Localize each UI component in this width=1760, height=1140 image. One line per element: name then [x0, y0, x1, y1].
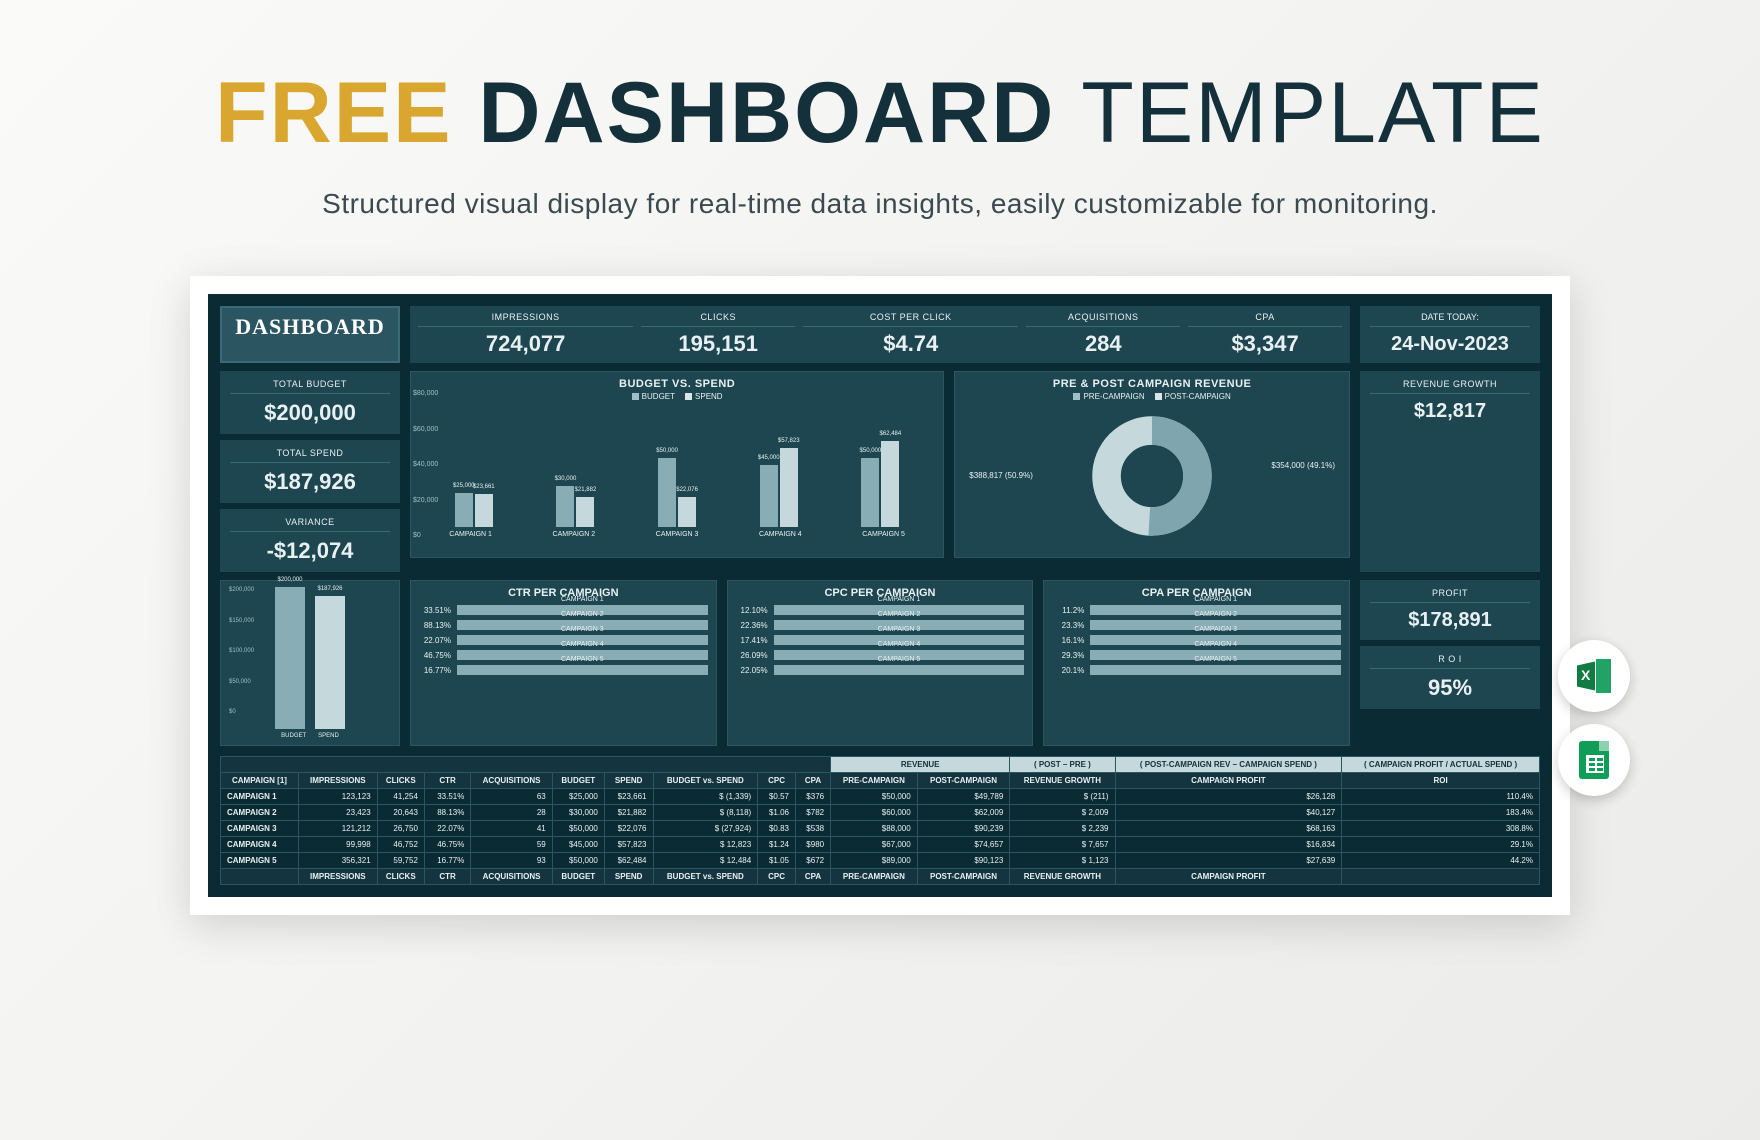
- kpi-acq: ACQUISITIONS284: [1026, 312, 1180, 357]
- google-sheets-icon[interactable]: [1558, 724, 1630, 796]
- title-word-template: TEMPLATE: [1081, 65, 1545, 161]
- page-title: FREE DASHBOARD TEMPLATE: [180, 70, 1580, 156]
- page-subtitle: Structured visual display for real-time …: [180, 188, 1580, 220]
- date-box: DATE TODAY: 24-Nov-2023: [1360, 306, 1540, 363]
- chart-budget-spend-mini: $200,000$150,000$100,000$50,000$0 $200,0…: [220, 580, 400, 746]
- card-total-spend: TOTAL SPEND$187,926: [220, 440, 400, 503]
- chart-cpc-per-campaign: CPC PER CAMPAIGN12.10%CAMPAIGN 122.36%CA…: [727, 580, 1034, 746]
- excel-icon[interactable]: [1558, 640, 1630, 712]
- dashboard-badge: DASHBOARD: [220, 306, 400, 363]
- kpi-cpa: CPA$3,347: [1188, 312, 1342, 357]
- card-variance: VARIANCE-$12,074: [220, 509, 400, 572]
- chart-cpa-per-campaign: CPA PER CAMPAIGN11.2%CAMPAIGN 123.3%CAMP…: [1043, 580, 1350, 746]
- card-roi: R O I95%: [1360, 646, 1540, 709]
- title-word-free: FREE: [215, 65, 452, 161]
- chart-ctr-per-campaign: CTR PER CAMPAIGN33.51%CAMPAIGN 188.13%CA…: [410, 580, 717, 746]
- card-profit: PROFIT$178,891: [1360, 580, 1540, 640]
- kpi-clicks: CLICKS195,151: [641, 312, 795, 357]
- kpi-strip: IMPRESSIONS724,077 CLICKS195,151 COST PE…: [410, 306, 1350, 363]
- kpi-cpc: COST PER CLICK$4.74: [803, 312, 1018, 357]
- kpi-impressions: IMPRESSIONS724,077: [418, 312, 633, 357]
- card-total-budget: TOTAL BUDGET$200,000: [220, 371, 400, 434]
- chart-budget-vs-spend: BUDGET VS. SPEND BUDGETSPEND $80,000$60,…: [410, 371, 944, 558]
- template-preview: DASHBOARD IMPRESSIONS724,077 CLICKS195,1…: [190, 276, 1570, 915]
- campaign-table: REVENUE( POST – PRE )( POST-CAMPAIGN REV…: [220, 756, 1540, 885]
- title-word-dashboard: DASHBOARD: [478, 65, 1055, 161]
- card-revenue-growth: REVENUE GROWTH$12,817: [1360, 371, 1540, 572]
- chart-pre-post-revenue: PRE & POST CAMPAIGN REVENUE PRE-CAMPAIGN…: [954, 371, 1350, 558]
